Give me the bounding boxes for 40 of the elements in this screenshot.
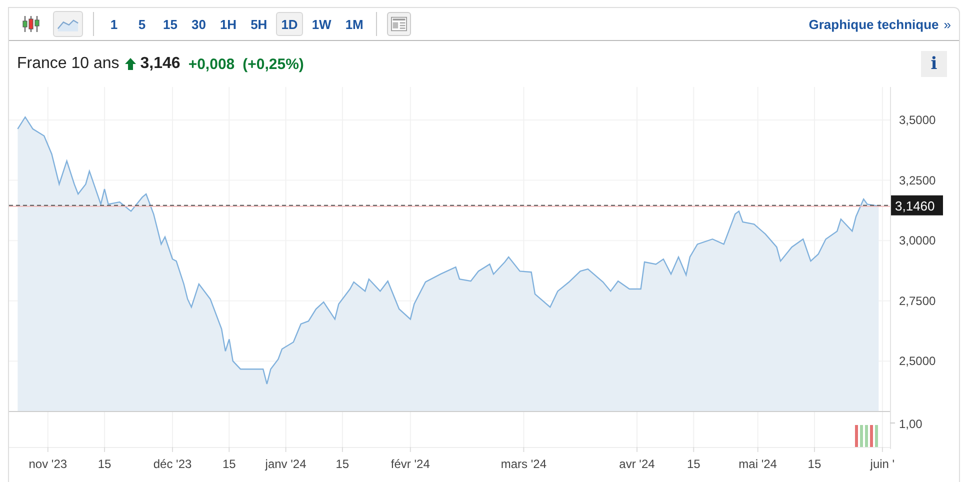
y-axis-label: 3,5000 — [899, 113, 936, 128]
x-axis-label: mars '24 — [500, 457, 547, 471]
technical-chart-link[interactable]: Graphique technique » — [808, 16, 951, 32]
interval-tab[interactable]: 5 — [130, 12, 154, 36]
x-axis-label: janv '24 — [265, 457, 306, 471]
interval-tab[interactable]: 15 — [158, 12, 182, 36]
last-price: 3,146 — [140, 55, 180, 73]
price-change: +0,008 — [188, 56, 235, 72]
x-axis-label: juin ' — [870, 457, 895, 471]
volume-bars-drawing — [855, 425, 878, 447]
percent-change: (+0,25%) — [242, 56, 304, 72]
interval-tab[interactable]: 30 — [186, 12, 211, 36]
x-axis-label: 15 — [808, 457, 822, 471]
x-axis-label: 15 — [336, 457, 350, 471]
y-axis-label: 3,2500 — [899, 173, 936, 188]
y-axis-label: 2,7500 — [899, 294, 936, 308]
x-axis-label: 15 — [98, 457, 112, 471]
interval-tab[interactable]: 1H — [214, 12, 242, 36]
x-axis-label: 15 — [686, 457, 700, 471]
interval-tab[interactable]: 1D — [276, 12, 303, 36]
instrument-name: France 10 ans — [17, 55, 120, 73]
y-axis-label: 3,0000 — [899, 234, 936, 248]
interval-tab[interactable]: 1 — [102, 12, 126, 36]
interval-tab[interactable]: 1M — [340, 12, 368, 36]
x-axis-label: mai '24 — [738, 457, 777, 471]
volume-axis-label: 1,00 — [899, 417, 922, 431]
x-axis-label: févr '24 — [390, 457, 430, 471]
table-icon — [391, 16, 408, 32]
interval-tab[interactable]: 1W — [306, 12, 336, 36]
info-button[interactable]: i — [921, 51, 947, 77]
line-chart-button[interactable] — [53, 11, 83, 37]
x-axis-label: nov '23 — [28, 457, 68, 471]
candlestick-icon — [21, 14, 41, 34]
price-tag: 3,1460 — [891, 195, 943, 216]
interval-tab[interactable]: 5H — [246, 12, 272, 36]
y-axis-label: 2,5000 — [899, 354, 936, 368]
x-axis-label: déc '23 — [153, 457, 192, 471]
x-axis-label: avr '24 — [619, 457, 655, 471]
x-axis-label: 15 — [222, 457, 236, 471]
table-view-button[interactable] — [387, 12, 412, 36]
